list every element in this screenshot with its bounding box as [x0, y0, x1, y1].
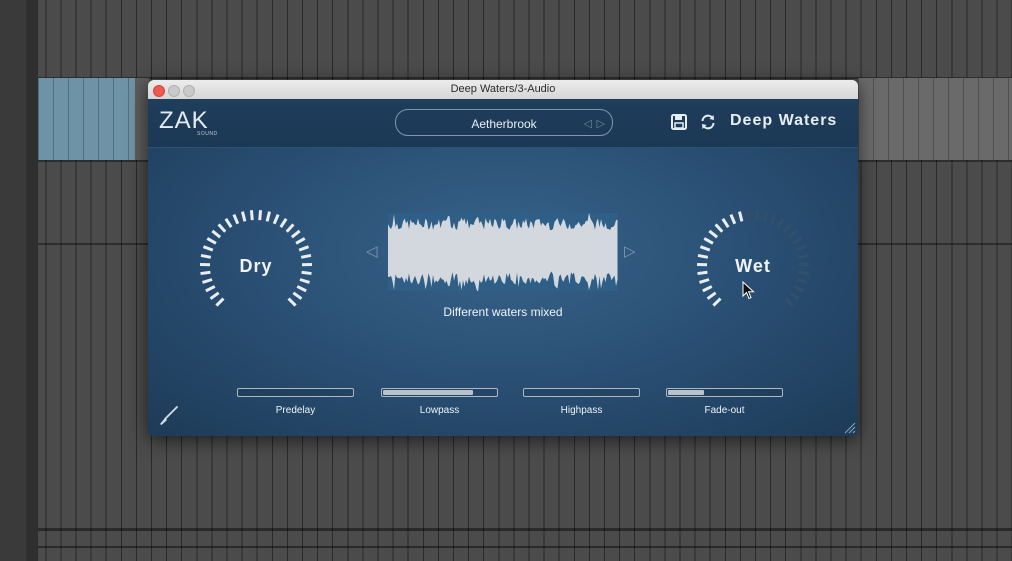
dry-knob-tick [296, 285, 307, 293]
predelay-label: Predelay [275, 405, 316, 416]
wet-knob-tick [755, 210, 760, 221]
daw-selected-track-row[interactable] [858, 78, 1012, 160]
window-titlebar[interactable]: Deep Waters/3-Audio [148, 80, 858, 100]
daw-left-panel [0, 0, 26, 561]
dry-knob-tick [285, 223, 295, 233]
preset-prev-icon[interactable]: ◁ [584, 117, 592, 130]
wet-knob-tick [702, 285, 713, 293]
wet-knob-tick [789, 291, 800, 300]
dry-knob-tick [290, 229, 301, 239]
highpass-label: Highpass [560, 405, 603, 416]
wet-knob-tick [746, 210, 751, 221]
wet-knob-tick [769, 213, 777, 225]
waveform-prev-icon[interactable]: ◁ [366, 242, 378, 260]
plugin-panel: ZAK SOUND Aetherbrook ◁ ▷ Deep Waters Dr… [148, 99, 858, 436]
wet-knob-tick [796, 278, 807, 284]
waveform-display [388, 212, 618, 293]
dry-knob-tick [217, 223, 227, 233]
dry-knob-tick [299, 278, 310, 284]
wet-knob-tick [708, 229, 719, 239]
dry-knob-tick [206, 237, 217, 245]
fade-out-slider-track[interactable] [666, 388, 783, 397]
window-title: Deep Waters/3-Audio [450, 83, 556, 95]
dry-knob-tick [211, 229, 222, 239]
wet-knob-tick [699, 245, 711, 252]
product-name: Deep Waters [730, 112, 838, 129]
dry-knob-tick [232, 213, 240, 225]
dry-knob-tick [202, 245, 214, 252]
dry-knob-tick [279, 218, 288, 229]
predelay-slider-track[interactable] [237, 388, 354, 397]
preset-name[interactable]: Aetherbrook [396, 117, 612, 131]
save-icon[interactable] [670, 113, 688, 131]
wet-knob-tick [787, 229, 798, 239]
wet-knob-tick [703, 237, 714, 245]
lowpass-slider-track[interactable] [381, 388, 498, 397]
waveform-description: Different waters mixed [443, 305, 563, 319]
logo-subtext: SOUND [197, 131, 218, 137]
wet-knob-tick [782, 223, 792, 233]
plugin-window: Deep Waters/3-Audio ZAK SOUND Aetherbroo… [148, 80, 858, 436]
dry-knob-tick [295, 237, 306, 245]
preset-selector[interactable]: Aetherbrook ◁ ▷ [395, 109, 613, 136]
dry-knob-tick [265, 211, 271, 222]
wet-knob-tick [793, 285, 804, 293]
dry-knob-label: Dry [239, 256, 273, 276]
highpass-slider-track[interactable] [523, 388, 640, 397]
fade-out-slider-fill [668, 390, 705, 395]
wet-knob-tick [762, 211, 768, 222]
dry-knob-tick [298, 245, 310, 252]
wet-knob-tick [714, 223, 724, 233]
dry-knob-tick [209, 291, 220, 300]
dry-knob-tick [241, 211, 247, 222]
wet-knob-tick [721, 218, 730, 229]
dry-knob-tick [224, 218, 233, 229]
wet-knob-tick [795, 245, 807, 252]
daw-track-gap [135, 78, 149, 160]
wet-knob-tick [729, 213, 737, 225]
dry-knob-tick [205, 285, 216, 293]
plugin-header: ZAK SOUND Aetherbrook ◁ ▷ Deep Waters [148, 99, 858, 148]
wet-knob-tick [699, 278, 710, 284]
wet-knob-tick [776, 218, 785, 229]
resize-handle-icon[interactable] [842, 420, 856, 434]
waveform-path [388, 212, 618, 293]
sync-icon[interactable] [699, 113, 717, 131]
wet-knob-tick [706, 291, 717, 300]
paint-brush-icon[interactable] [157, 405, 179, 427]
preset-next-icon[interactable]: ▷ [597, 117, 605, 130]
daw-track-header-strip [26, 0, 38, 561]
dry-knob-tick [249, 210, 254, 221]
mouse-cursor-icon [742, 280, 756, 301]
logo-text: ZAK [159, 107, 209, 134]
wet-knob-label: Wet [735, 256, 771, 276]
wet-knob-tick [792, 237, 803, 245]
lowpass-label: Lowpass [419, 405, 460, 416]
dry-knob-tick [272, 213, 280, 225]
dry-knob-tick [292, 291, 303, 300]
waveform-next-icon[interactable]: ▷ [624, 242, 636, 260]
lowpass-slider-fill [383, 390, 474, 395]
waveform-shape [388, 212, 618, 293]
dry-knob-tick [202, 278, 213, 284]
dry-knob-tick [258, 210, 263, 221]
fade-out-label: Fade-out [704, 405, 745, 416]
daw-audio-region[interactable] [38, 78, 136, 160]
zak-logo: ZAK SOUND [159, 109, 219, 139]
wet-knob-tick [738, 211, 744, 222]
